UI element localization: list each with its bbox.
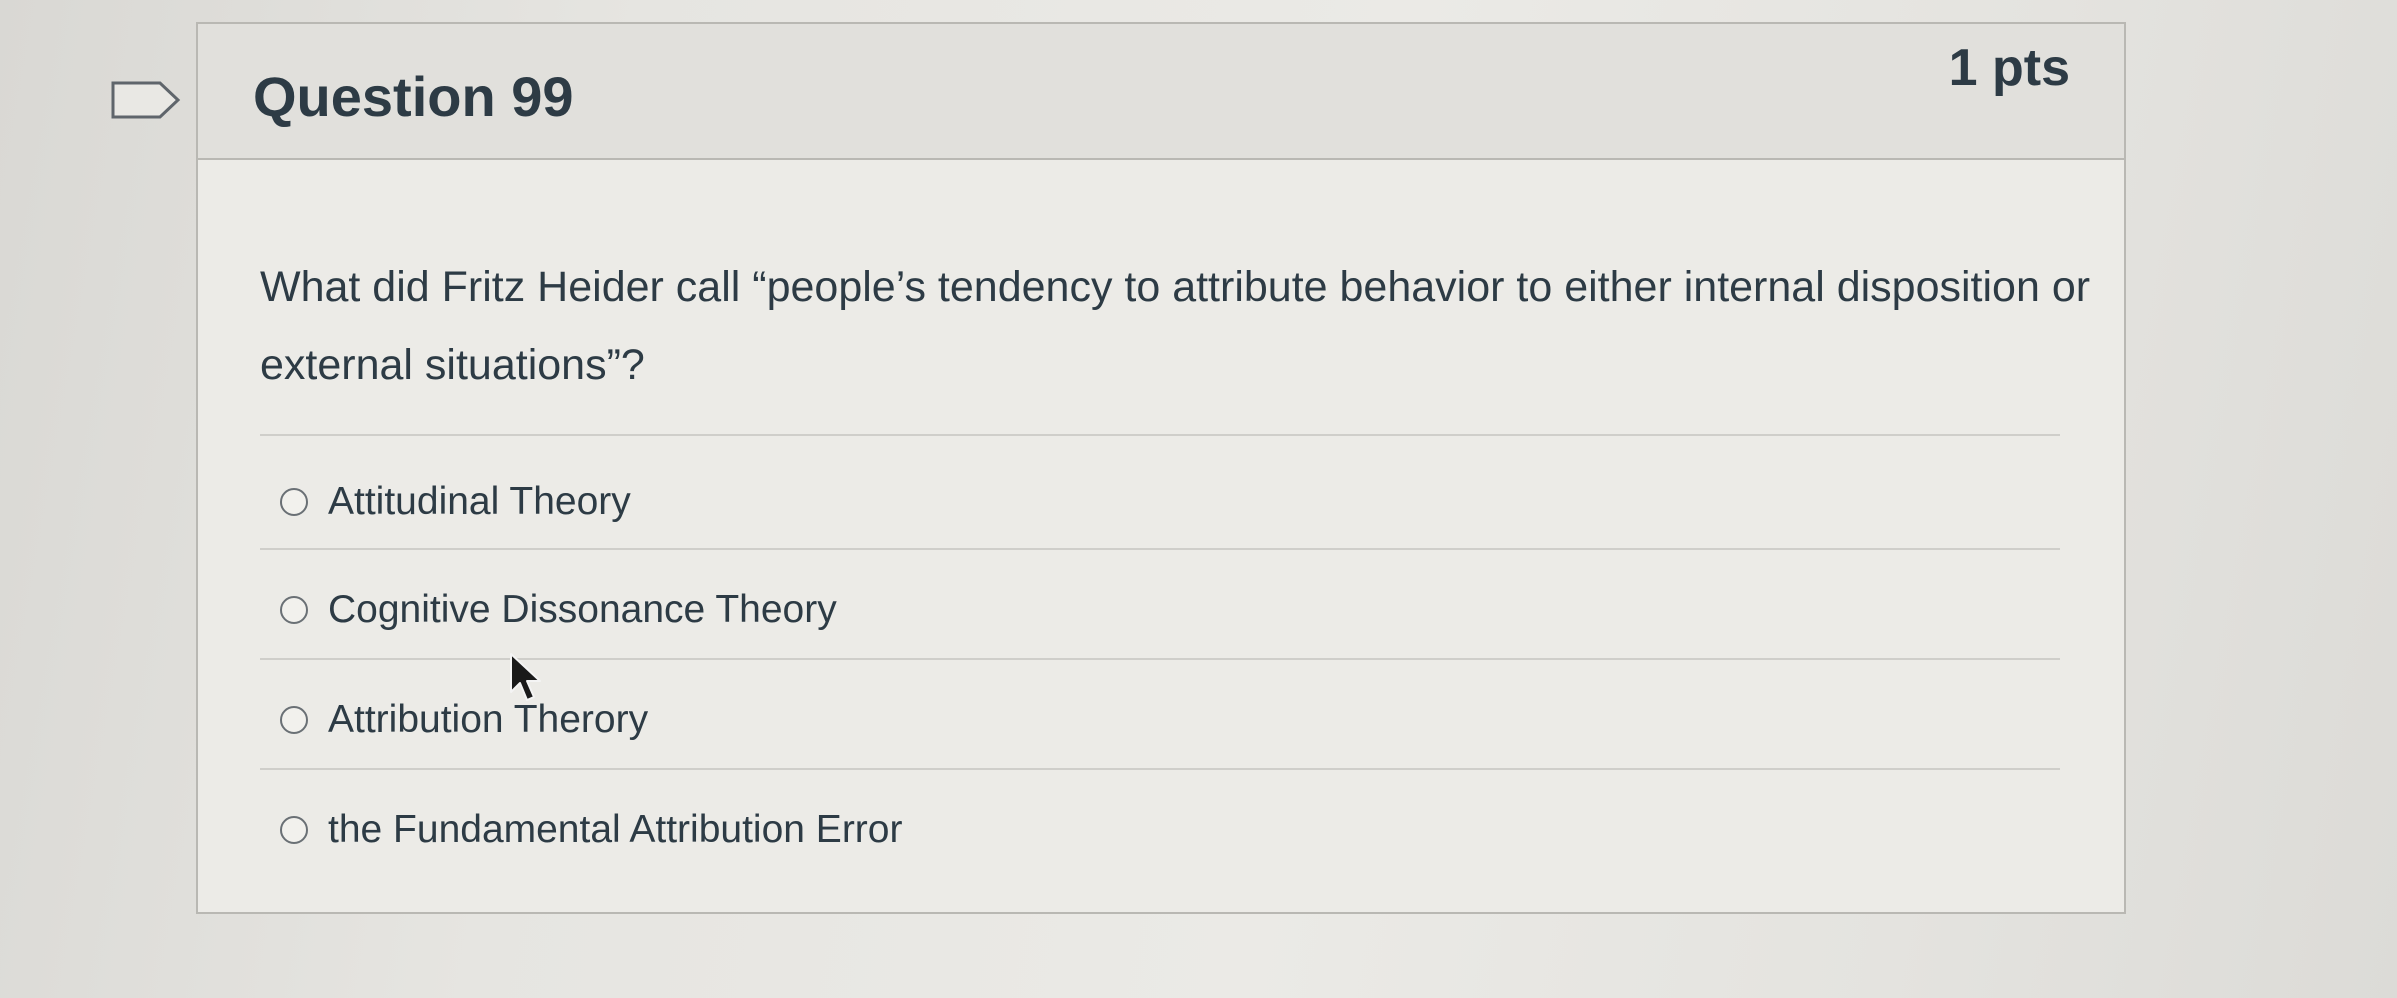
answer-divider (260, 768, 2060, 770)
question-card: Question 99 1 pts What did Fritz Heider … (196, 22, 2126, 914)
answer-option-3[interactable]: Attribution Therory (280, 690, 648, 750)
radio-button[interactable] (280, 596, 308, 624)
answer-option-4[interactable]: the Fundamental Attribution Error (280, 800, 902, 860)
flag-question-icon[interactable] (110, 80, 182, 120)
answer-label[interactable]: Attitudinal Theory (328, 480, 631, 524)
answer-option-2[interactable]: Cognitive Dissonance Theory (280, 580, 837, 640)
answer-divider (260, 548, 2060, 550)
answer-label[interactable]: Attribution Therory (328, 698, 648, 742)
answer-label[interactable]: the Fundamental Attribution Error (328, 808, 902, 852)
answers-top-divider (260, 434, 2060, 436)
mouse-pointer-icon (510, 653, 541, 701)
question-text: What did Fritz Heider call “people’s ten… (260, 263, 2091, 389)
question-title: Question 99 (253, 65, 574, 128)
answer-option-1[interactable]: Attitudinal Theory (280, 472, 631, 532)
radio-button[interactable] (280, 488, 308, 516)
radio-button[interactable] (280, 706, 308, 734)
question-points: 1 pts (1948, 39, 2070, 97)
radio-button[interactable] (280, 816, 308, 844)
answer-label[interactable]: Cognitive Dissonance Theory (328, 588, 837, 632)
question-header: Question 99 1 pts (198, 24, 2124, 160)
